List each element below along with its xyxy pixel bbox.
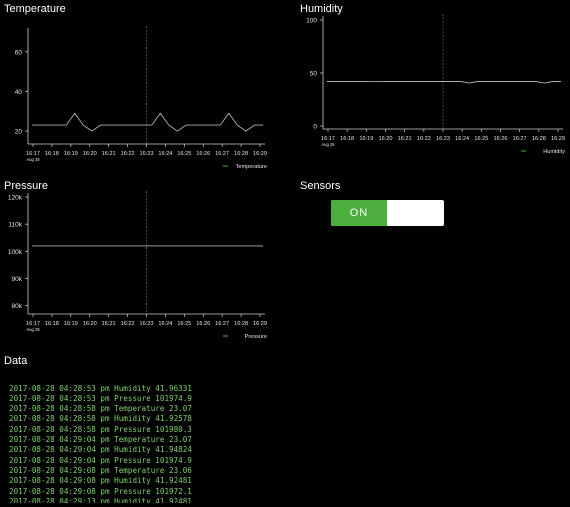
x-tick-label: 16:28 xyxy=(234,321,248,327)
log-line: 2017-08-28 04:29:04 pm Pressure 101974.9 xyxy=(9,455,192,465)
y-tick-label: 100 xyxy=(306,18,317,25)
x-tick-label: 16:27 xyxy=(513,136,527,142)
x-tick-label: 16:29 xyxy=(253,151,267,157)
x-tick-label: 16:22 xyxy=(121,321,135,327)
x-tick-label: 16:24 xyxy=(455,136,469,142)
data-title: Data xyxy=(4,355,28,367)
x-tick-label: 16:26 xyxy=(494,136,508,142)
series-line xyxy=(32,112,263,132)
x-tick-label: 16:21 xyxy=(102,151,116,157)
y-tick-label: 20 xyxy=(15,129,23,136)
y-tick-label: 120k xyxy=(8,195,23,202)
sensors-title: Sensors xyxy=(300,180,341,192)
x-tick-label: 16:18 xyxy=(45,321,59,327)
temperature-chart: 20406016:17 16:18 16:19 16:20 16:21 16:22 16:2… xyxy=(15,26,267,170)
x-tick-label: 16:25 xyxy=(474,136,488,142)
x-tick-label: 16:24 xyxy=(158,151,172,157)
log-line: 2017-08-28 04:28:58 pm Temperature 23.07 xyxy=(9,404,192,414)
y-tick-label: 40 xyxy=(15,89,23,96)
x-tick-label: 16:18 xyxy=(340,136,354,142)
x-tick-label: 16:21 xyxy=(102,321,116,327)
y-tick-label: 80k xyxy=(12,303,23,310)
x-tick-label: 16:25 xyxy=(177,321,191,327)
x-tick-label: 16:28 xyxy=(234,151,248,157)
x-tick-label: 16:20 xyxy=(379,136,393,142)
x-tick-label: 16:21 xyxy=(398,136,412,142)
x-tick-label: 16:19 xyxy=(64,321,78,327)
y-tick-label: 90k xyxy=(12,276,23,283)
log-line: 2017-08-28 04:28:58 pm Pressure 101980.3 xyxy=(9,424,192,434)
x-tick-label: 16:27 xyxy=(215,151,229,157)
data-log[interactable]: 2017-08-28 04:28:53 pm Humidity 41.96331… xyxy=(9,367,479,503)
y-tick-label: 110k xyxy=(8,222,22,229)
pressure-chart: 80k90k100k110k120k16:17 16:18 16:19 16:20 16… xyxy=(8,191,267,340)
legend-label: Temperature xyxy=(236,164,267,170)
x-tick-label: 16:23 xyxy=(140,151,154,157)
y-tick-label: 0 xyxy=(313,124,317,131)
x-tick-label: 16:29 xyxy=(551,136,565,142)
x-tick-label: 16:24 xyxy=(158,321,172,327)
log-line: 2017-08-28 04:29:08 pm Temperature 23.06 xyxy=(9,465,192,475)
log-line: 2017-08-28 04:29:08 pm Humidity 41.92481 xyxy=(9,476,192,486)
data-log-lines: 2017-08-28 04:28:53 pm Humidity 41.96331… xyxy=(9,384,479,503)
x-tick-label: 16:23 xyxy=(436,136,450,142)
log-line: 2017-08-28 04:29:04 pm Temperature 23.07 xyxy=(9,435,192,445)
x-tick-label: 16:22 xyxy=(417,136,431,142)
y-tick-label: 50 xyxy=(310,71,318,78)
series-line xyxy=(327,81,561,84)
y-tick-label: 100k xyxy=(8,249,23,256)
log-line: 2017-08-28 04:29:13 pm Humidity 41.92481 xyxy=(9,496,192,503)
sensor-toggle[interactable]: ON xyxy=(331,200,444,226)
x-tick-label: 16:27 xyxy=(215,321,229,327)
x-tick-label: 16:28 xyxy=(532,136,546,142)
x-tick-label: 16:20 xyxy=(83,321,97,327)
log-line: 2017-08-28 04:29:04 pm Humidity 41.94824 xyxy=(9,445,192,455)
x-tick-label: 16:18 xyxy=(45,151,59,157)
x-tick-label: 16:19 xyxy=(359,136,373,142)
log-line: 2017-08-28 04:28:53 pm Pressure 101974.9 xyxy=(9,393,192,403)
legend-label: Humidity xyxy=(543,149,565,155)
x-tick-label: 16:19 xyxy=(64,151,78,157)
humidity-chart: 05010016:17 16:18 16:19 16:20 16:21 16:22 16:2… xyxy=(306,14,565,155)
x-date-label: Aug 28 xyxy=(26,157,40,162)
sensor-toggle-on-label: ON xyxy=(331,200,387,226)
x-tick-label: 16:22 xyxy=(121,151,135,157)
x-tick-label: 16:29 xyxy=(253,321,267,327)
x-tick-label: 16:26 xyxy=(196,321,210,327)
x-tick-label: 16:20 xyxy=(83,151,97,157)
log-line: 2017-08-28 04:29:08 pm Pressure 101972.1 xyxy=(9,486,192,496)
legend-label: Pressure xyxy=(245,334,267,340)
log-line: 2017-08-28 04:28:53 pm Humidity 41.96331 xyxy=(9,383,192,393)
x-tick-label: 16:23 xyxy=(140,321,154,327)
x-tick-label: 16:25 xyxy=(177,151,191,157)
x-tick-label: 16:26 xyxy=(196,151,210,157)
log-line: 2017-08-28 04:28:58 pm Humidity 41.92578 xyxy=(9,414,192,424)
y-tick-label: 60 xyxy=(15,49,23,56)
x-date-label: Aug 28 xyxy=(26,327,40,332)
x-date-label: Aug 28 xyxy=(321,142,335,147)
